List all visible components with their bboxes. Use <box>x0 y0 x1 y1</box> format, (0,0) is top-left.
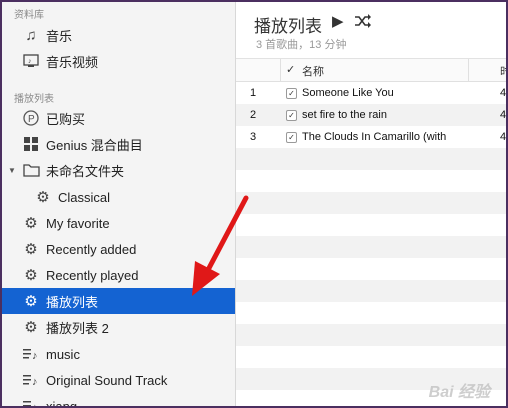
empty-row <box>236 170 506 192</box>
sidebar-item-label: My favorite <box>46 215 110 231</box>
purchased-icon: P <box>22 109 40 127</box>
sidebar-item-label: xiang <box>46 398 78 408</box>
sidebar-item-label: 未命名文件夹 <box>46 163 125 179</box>
column-divider <box>468 59 469 81</box>
sidebar-item-label: 已购买 <box>46 111 86 127</box>
sidebar-item-genius[interactable]: Genius 混合曲目 <box>2 131 235 157</box>
table-row[interactable]: 3 ✓ The Clouds In Camarillo (with 4 <box>236 126 507 148</box>
row-index: 2 <box>250 109 257 121</box>
sidebar: 资料库 ♫ 音乐 ♪ 音乐视频 播放列表 P 已购买 Genius 混合曲目 ▼ <box>2 2 236 408</box>
folder-icon <box>22 161 40 179</box>
playlist-summary: 3 首歌曲，13 分钟 <box>256 39 347 51</box>
itunes-window: 资料库 ♫ 音乐 ♪ 音乐视频 播放列表 P 已购买 Genius 混合曲目 ▼ <box>0 0 508 408</box>
sidebar-item-label: Genius 混合曲目 <box>46 137 143 153</box>
column-header-time[interactable]: 时 <box>500 63 506 79</box>
sidebar-item-music[interactable]: ♫ 音乐 <box>2 22 235 48</box>
track-name: The Clouds In Camarillo (with <box>302 131 447 143</box>
svg-text:♪: ♪ <box>32 350 38 361</box>
playlist-icon: ♪ <box>22 371 40 389</box>
track-checkbox[interactable]: ✓ <box>286 110 297 121</box>
sidebar-item-label: Original Sound Track <box>46 372 168 388</box>
watermark: Bai 经验 <box>428 384 490 401</box>
sidebar-item-music-playlist[interactable]: ♪ music <box>2 341 235 367</box>
sidebar-item-classical[interactable]: ⚙ Classical <box>2 184 235 210</box>
page-title: 播放列表 <box>254 17 322 36</box>
empty-row <box>236 236 506 258</box>
sidebar-item-original-sound-track[interactable]: ♪ Original Sound Track <box>2 367 235 393</box>
empty-row <box>236 258 506 280</box>
gear-icon: ⚙ <box>24 267 38 284</box>
svg-text:♪: ♪ <box>32 402 38 408</box>
sidebar-item-playlist-2[interactable]: ⚙ 播放列表 2 <box>2 314 235 340</box>
svg-text:P: P <box>28 114 35 125</box>
track-time: 4 <box>500 87 507 99</box>
empty-row <box>236 148 506 170</box>
column-header-name[interactable]: 名称 <box>302 63 324 79</box>
empty-row <box>236 280 506 302</box>
svg-text:♪: ♪ <box>32 376 38 387</box>
row-index: 3 <box>250 131 257 143</box>
empty-row <box>236 214 506 236</box>
sidebar-item-label: Recently played <box>46 267 139 283</box>
gear-icon: ⚙ <box>24 319 38 336</box>
sidebar-item-label: 播放列表 2 <box>46 320 109 336</box>
empty-row <box>236 346 506 368</box>
empty-row <box>236 324 506 346</box>
sidebar-item-label: 播放列表 <box>46 294 99 310</box>
table-row[interactable]: 1 ✓ Someone Like You 4 <box>236 82 507 104</box>
shuffle-icon[interactable] <box>354 12 372 32</box>
sidebar-item-music-video[interactable]: ♪ 音乐视频 <box>2 48 235 74</box>
sidebar-item-xiang[interactable]: ♪ xiang <box>2 393 235 408</box>
svg-text:♪: ♪ <box>28 58 32 65</box>
row-index: 1 <box>250 87 257 99</box>
disclosure-triangle-icon[interactable]: ▼ <box>8 166 16 175</box>
table-row[interactable]: 2 ✓ set fire to the rain 4 <box>236 104 507 126</box>
playlist-icon: ♪ <box>22 397 40 408</box>
sidebar-item-recently-played[interactable]: ⚙ Recently played <box>2 262 235 288</box>
sidebar-item-folder[interactable]: ▼ 未命名文件夹 <box>2 157 235 183</box>
playlist-header: 播放列表 ▶ 3 首歌曲，13 分钟 <box>236 2 506 59</box>
music-note-icon: ♫ <box>25 26 37 44</box>
column-divider <box>280 59 281 81</box>
sidebar-item-my-favorite[interactable]: ⚙ My favorite <box>2 210 235 236</box>
gear-icon: ⚙ <box>24 241 38 258</box>
gear-icon: ⚙ <box>24 215 38 232</box>
table-header: ✓ 名称 时 <box>236 59 506 82</box>
gear-icon: ⚙ <box>24 293 38 310</box>
track-checkbox[interactable]: ✓ <box>286 132 297 143</box>
track-name: Someone Like You <box>302 87 394 99</box>
sidebar-item-purchased[interactable]: P 已购买 <box>2 105 235 131</box>
sidebar-item-playlist-selected[interactable]: ⚙ 播放列表 <box>2 288 235 314</box>
empty-row <box>236 302 506 324</box>
sidebar-item-label: 音乐 <box>46 28 73 44</box>
track-time: 4 <box>500 109 507 121</box>
track-checkbox[interactable]: ✓ <box>286 88 297 99</box>
genius-grid-icon <box>22 135 40 153</box>
main-panel: 播放列表 ▶ 3 首歌曲，13 分钟 ✓ 名称 时 1 ✓ Someone Li… <box>236 2 507 406</box>
playlists-section-header: 播放列表 <box>14 94 54 105</box>
playlist-icon: ♪ <box>22 345 40 363</box>
column-header-check[interactable]: ✓ <box>286 63 295 76</box>
library-section-header: 资料库 <box>14 10 44 21</box>
empty-row <box>236 192 506 214</box>
sidebar-item-label: Recently added <box>46 241 137 257</box>
gear-icon: ⚙ <box>36 189 50 206</box>
track-name: set fire to the rain <box>302 109 387 121</box>
play-icon[interactable]: ▶ <box>332 12 344 30</box>
sidebar-item-recently-added[interactable]: ⚙ Recently added <box>2 236 235 262</box>
sidebar-item-label: 音乐视频 <box>46 54 99 70</box>
sidebar-item-label: music <box>46 346 80 362</box>
sidebar-item-label: Classical <box>58 189 111 205</box>
music-video-icon: ♪ <box>22 52 40 70</box>
track-time: 4 <box>500 131 507 143</box>
